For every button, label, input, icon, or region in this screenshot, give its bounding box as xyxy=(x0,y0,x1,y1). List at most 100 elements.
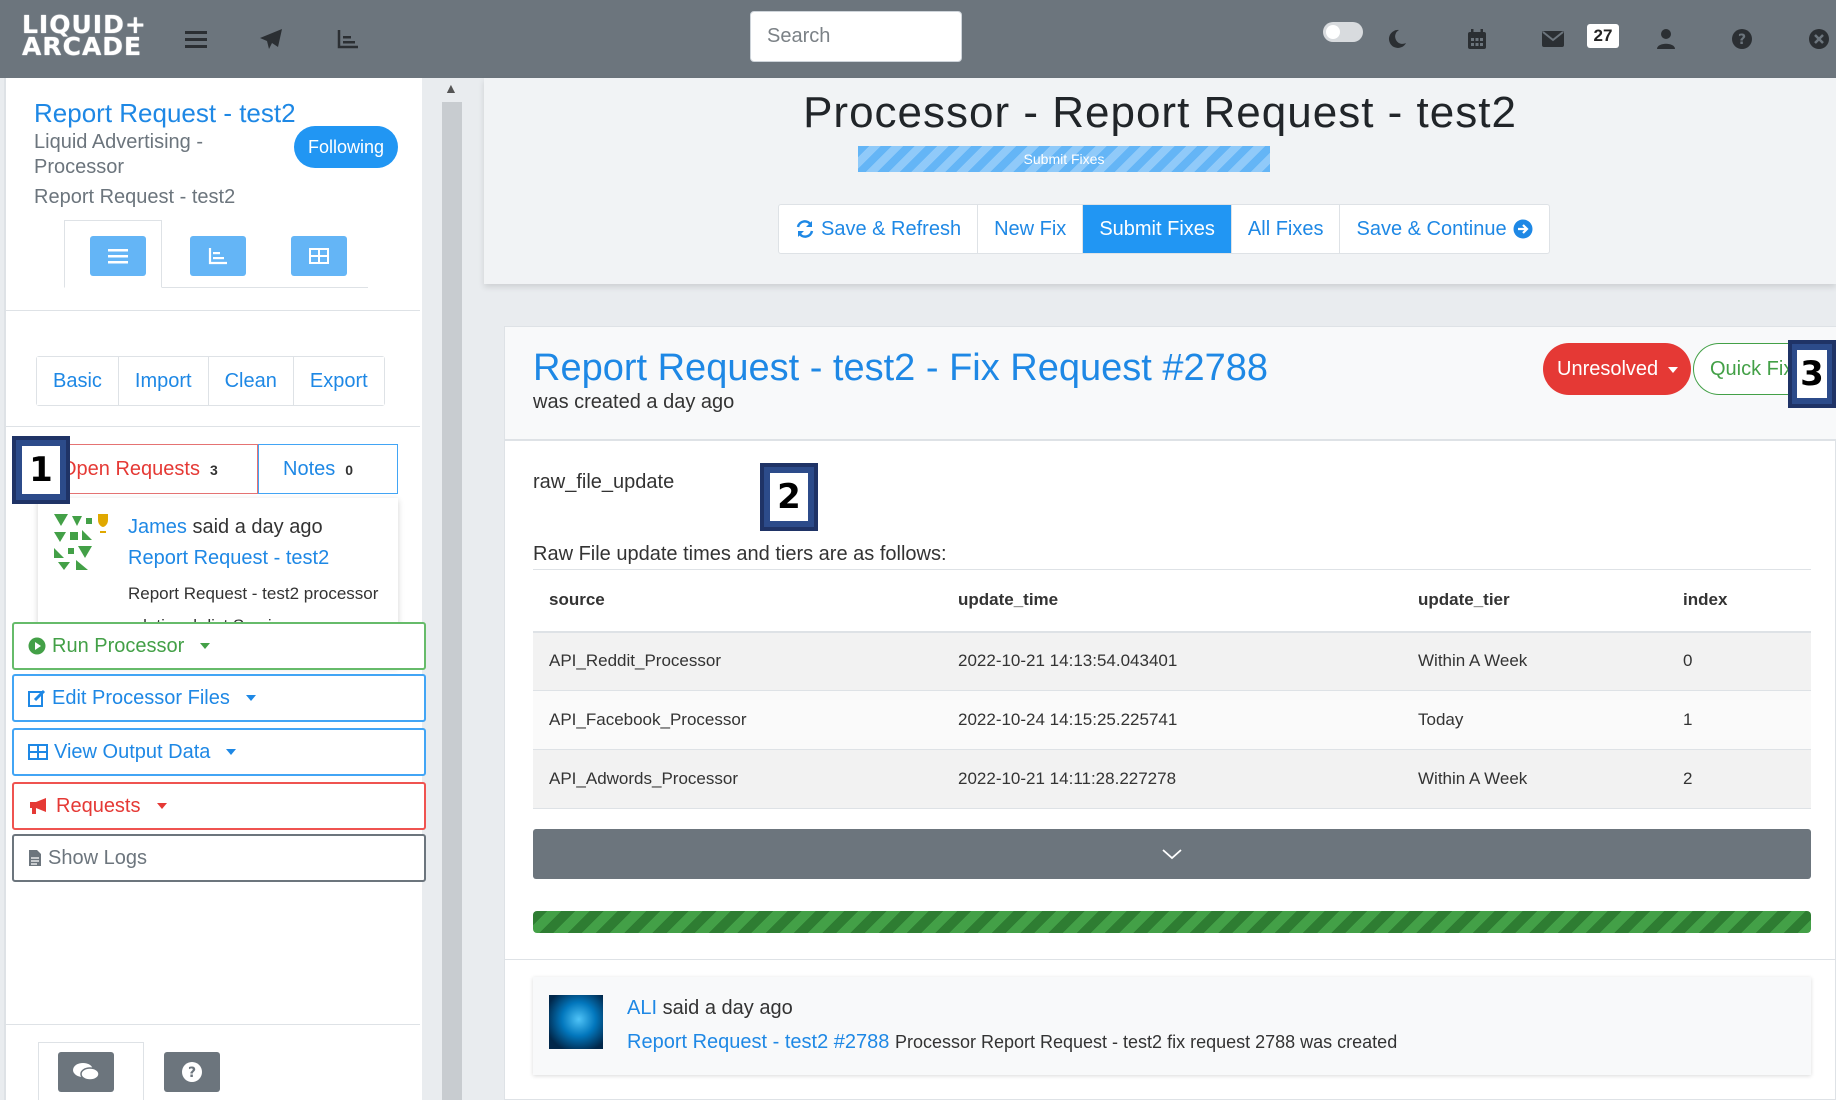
notes-label: Notes xyxy=(283,458,336,480)
processor-header: Processor - Report Request - test2 Submi… xyxy=(484,78,1836,284)
top-navbar: LIQUID+ ARCADE 27 ? xyxy=(0,0,1836,78)
annotation-marker-2: 2 xyxy=(760,463,818,531)
activity-link[interactable]: Report Request - test2 #2788 xyxy=(627,1031,889,1053)
close-icon[interactable] xyxy=(1800,20,1836,58)
table-cell: 2 xyxy=(1667,749,1811,809)
calendar-icon[interactable] xyxy=(1458,20,1496,58)
following-button[interactable]: Following xyxy=(294,126,398,168)
column-header[interactable]: source xyxy=(533,569,942,633)
svg-text:?: ? xyxy=(188,1065,196,1081)
status-dropdown-button[interactable]: Unresolved xyxy=(1543,343,1691,395)
search-input[interactable] xyxy=(750,11,962,62)
notification-count-badge[interactable]: 27 xyxy=(1587,24,1619,48)
fix-description: Raw File update times and tiers are as f… xyxy=(533,543,947,565)
marker-2-label: 2 xyxy=(770,473,808,521)
table-cell: 2022-10-24 14:15:25.225741 xyxy=(942,690,1402,750)
view-output-data-label: View Output Data xyxy=(54,741,211,763)
submit-fixes-button[interactable]: Submit Fixes xyxy=(1083,205,1232,253)
view-output-data-button[interactable]: View Output Data xyxy=(12,728,426,776)
activity-time: said a day ago xyxy=(662,997,793,1019)
theme-toggle[interactable] xyxy=(1323,22,1363,42)
tab-clean[interactable]: Clean xyxy=(208,357,294,405)
column-header[interactable]: index xyxy=(1667,569,1811,633)
help-icon: ? xyxy=(182,1062,202,1082)
refresh-icon xyxy=(796,220,814,238)
list-view-button[interactable] xyxy=(90,236,146,276)
column-header[interactable]: update_tier xyxy=(1402,569,1667,633)
help-icon[interactable]: ? xyxy=(1723,20,1761,58)
divider xyxy=(505,959,1836,960)
table-cell: 2022-10-21 14:13:54.043401 xyxy=(942,631,1402,691)
caret-down-icon xyxy=(156,803,167,809)
envelope-icon[interactable] xyxy=(1534,20,1572,58)
save-refresh-button[interactable]: Save & Refresh xyxy=(779,205,979,253)
fix-request-created: was created a day ago xyxy=(533,391,735,413)
table-cell: 1 xyxy=(1667,690,1811,750)
scrollbar-thumb[interactable] xyxy=(442,102,462,1100)
table-cell: API_Facebook_Processor xyxy=(533,690,942,750)
fix-request-card: Report Request - test2 - Fix Request #27… xyxy=(504,326,1836,1100)
table-cell: 2022-10-21 14:11:28.227278 xyxy=(942,749,1402,809)
column-header[interactable]: update_time xyxy=(942,569,1402,633)
activity-author[interactable]: ALI xyxy=(627,997,657,1019)
comments-icon xyxy=(73,1063,100,1081)
sidebar-section-tabs: Basic Import Clean Export xyxy=(36,356,385,406)
sidebar-subtitle: Liquid Advertising - Processor xyxy=(34,131,203,178)
ali-avatar xyxy=(549,995,603,1049)
list-icon xyxy=(108,249,128,264)
liquid-arcade-logo[interactable]: LIQUID+ ARCADE xyxy=(22,12,146,64)
scroll-up-arrow-icon[interactable]: ▲ xyxy=(444,80,458,96)
bullhorn-icon xyxy=(30,798,46,814)
chart-icon xyxy=(208,248,227,265)
requests-label: Requests xyxy=(56,795,141,817)
caret-down-icon xyxy=(1667,366,1678,373)
chart-view-button[interactable] xyxy=(190,236,246,276)
chart-icon[interactable] xyxy=(329,20,367,58)
tab-notes[interactable]: Notes 0 xyxy=(258,444,398,494)
tab-import[interactable]: Import xyxy=(118,357,209,405)
annotation-marker-3: 3 xyxy=(1788,340,1836,408)
user-icon[interactable] xyxy=(1647,20,1685,58)
marker-1-label: 1 xyxy=(22,446,60,494)
sidebar-subtitle-2: Report Request - test2 xyxy=(34,186,236,208)
save-refresh-label: Save & Refresh xyxy=(821,218,962,240)
save-continue-button[interactable]: Save & Continue xyxy=(1340,205,1548,253)
table-row: API_Adwords_Processor 2022-10-21 14:11:2… xyxy=(533,749,1811,809)
table-view-button[interactable] xyxy=(291,236,347,276)
open-requests-count: 3 xyxy=(209,462,218,478)
caret-down-icon xyxy=(200,643,211,649)
help-button[interactable]: ? xyxy=(164,1052,220,1092)
activity-item: ALI said a day ago Report Request - test… xyxy=(533,977,1811,1075)
show-logs-button[interactable]: Show Logs xyxy=(12,834,426,882)
table-icon xyxy=(28,744,48,760)
chat-button[interactable] xyxy=(58,1052,114,1092)
divider xyxy=(6,1024,420,1025)
divider xyxy=(6,310,420,311)
status-label: Unresolved xyxy=(1557,358,1659,380)
all-fixes-button[interactable]: All Fixes xyxy=(1232,205,1341,253)
menu-icon[interactable] xyxy=(177,20,215,58)
note-time: said a day ago xyxy=(192,516,323,538)
edit-processor-files-button[interactable]: Edit Processor Files xyxy=(12,674,426,722)
fix-request-title[interactable]: Report Request - test2 - Fix Request #27… xyxy=(533,347,1268,390)
activity-body: Report Request - test2 #2788 Processor R… xyxy=(627,1031,1397,1054)
run-processor-button[interactable]: Run Processor xyxy=(12,622,426,670)
note-link[interactable]: Report Request - test2 xyxy=(128,547,329,570)
paper-plane-icon[interactable] xyxy=(252,20,290,58)
tab-basic[interactable]: Basic xyxy=(37,357,119,405)
submit-progress-bar: Submit Fixes xyxy=(858,146,1270,172)
table-row: API_Reddit_Processor 2022-10-21 14:13:54… xyxy=(533,631,1811,691)
table-cell: Within A Week xyxy=(1402,631,1667,691)
new-fix-button[interactable]: New Fix xyxy=(978,205,1084,253)
table-cell: 0 xyxy=(1667,631,1811,691)
requests-button[interactable]: Requests xyxy=(12,782,426,830)
sidebar-title[interactable]: Report Request - test2 xyxy=(34,98,296,129)
expand-table-button[interactable] xyxy=(533,829,1811,879)
tab-export[interactable]: Export xyxy=(293,357,384,405)
fix-request-header: Report Request - test2 - Fix Request #27… xyxy=(505,327,1836,441)
note-author[interactable]: James xyxy=(128,516,187,538)
table-icon xyxy=(309,248,329,264)
edit-icon xyxy=(28,689,46,707)
moon-icon[interactable] xyxy=(1378,20,1416,58)
activity-text: Processor Report Request - test2 fix req… xyxy=(894,1032,1398,1052)
